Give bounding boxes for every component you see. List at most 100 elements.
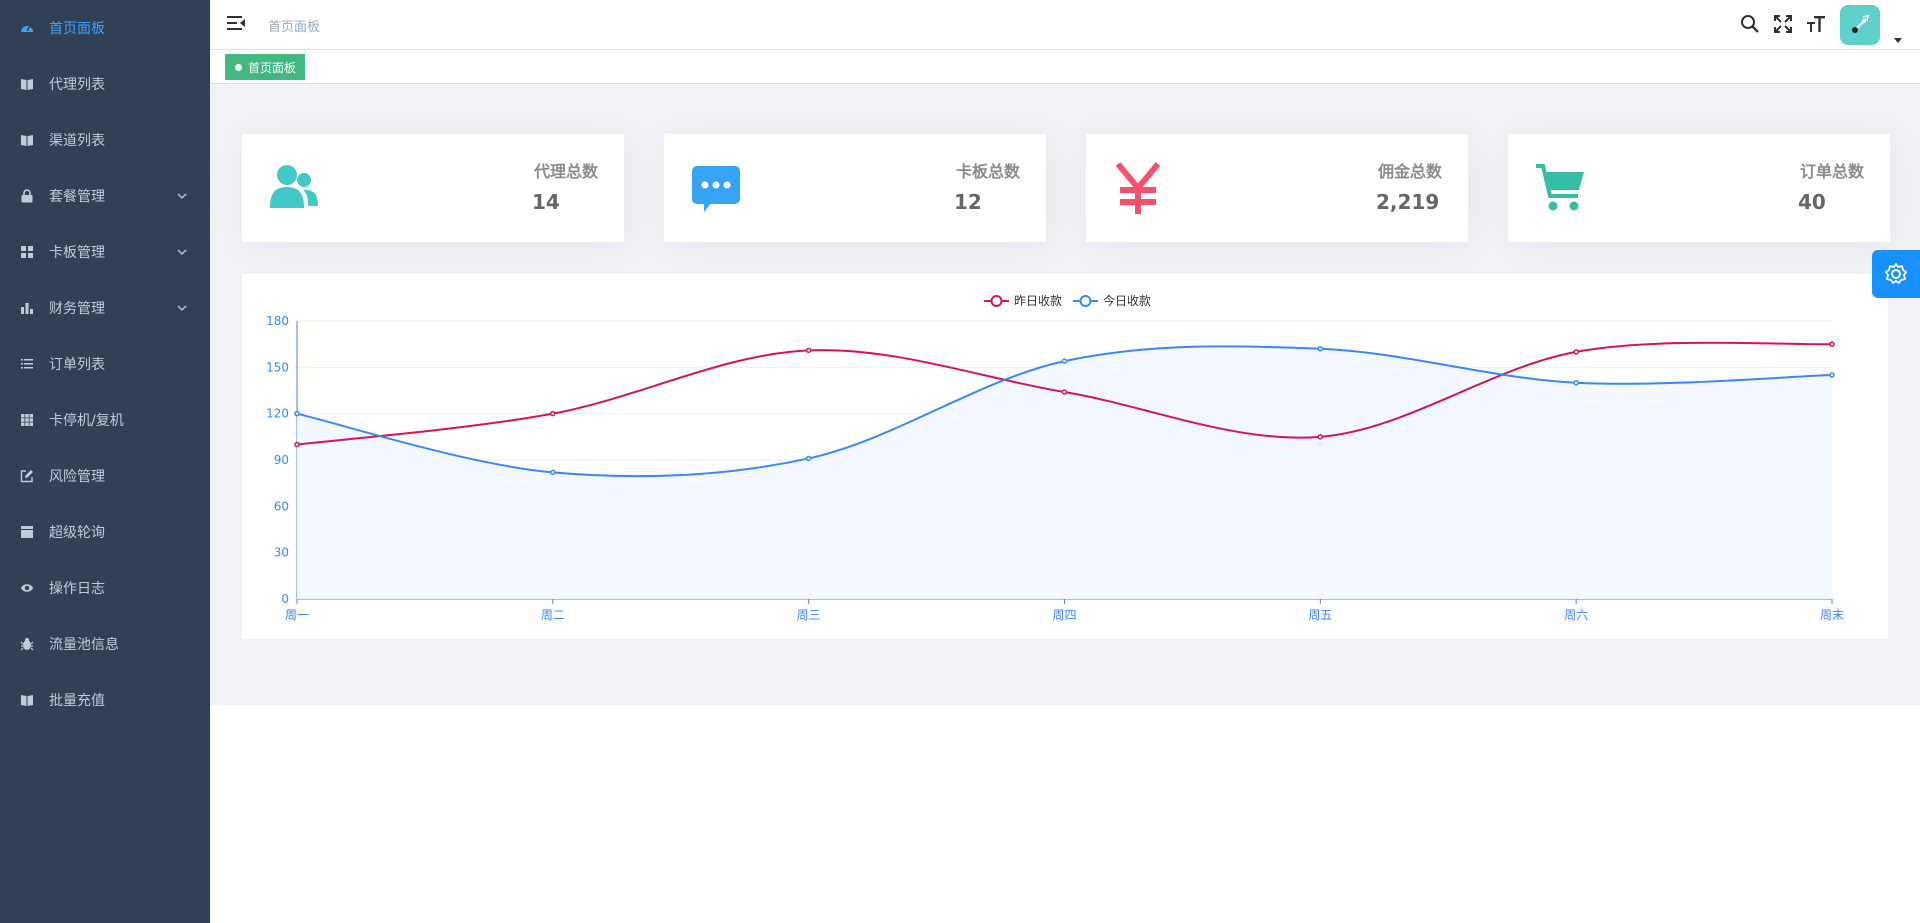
data-point: [1829, 372, 1835, 378]
x-tick-label: 周五: [1308, 608, 1332, 622]
card-agent-total[interactable]: 代理总数 14: [242, 134, 624, 242]
card-order-total[interactable]: 订单总数 40: [1508, 134, 1890, 242]
card-commission-total[interactable]: 佣金总数 2,219: [1086, 134, 1468, 242]
sidebar-item[interactable]: 订单列表: [0, 336, 210, 392]
data-point: [1061, 358, 1068, 364]
x-tick-label: 周六: [1564, 608, 1588, 622]
table-icon: [20, 413, 34, 427]
breadcrumb[interactable]: 首页面板: [268, 16, 320, 35]
card-board-total[interactable]: 卡板总数 12: [664, 134, 1046, 242]
sidebar-item-label: 超级轮询: [49, 525, 105, 541]
sidebar-item[interactable]: 套餐管理: [0, 168, 210, 224]
tag-label: 首页面板: [248, 61, 297, 75]
caret-down-icon[interactable]: [1893, 30, 1903, 43]
navbar: 首页面板: [210, 0, 1920, 50]
clapperboard-icon: [20, 525, 34, 539]
card-title: 卡板总数: [955, 162, 1020, 181]
search-icon[interactable]: [1740, 14, 1760, 34]
y-tick-label: 90: [274, 453, 289, 467]
sidebar-item[interactable]: 财务管理: [0, 280, 210, 336]
bug-icon: [20, 637, 34, 651]
book-icon: [20, 133, 34, 147]
shopping-cart-icon: [1534, 162, 1586, 214]
data-point: [1829, 341, 1835, 347]
chevron-down-icon: [176, 302, 188, 314]
y-tick-label: 180: [266, 314, 289, 328]
y-tick-label: 120: [266, 407, 289, 421]
card-title: 佣金总数: [1377, 162, 1442, 181]
y-tick-label: 60: [274, 499, 289, 513]
sidebar-item-label: 批量充值: [49, 693, 105, 709]
legend-marker: [990, 295, 1003, 307]
data-point: [805, 347, 812, 354]
sidebar-item-label: 订单列表: [49, 357, 105, 373]
sidebar-item-label: 风险管理: [49, 469, 105, 485]
data-point: [550, 410, 556, 417]
data-point: [294, 441, 300, 448]
hamburger-menu-icon[interactable]: [227, 14, 245, 32]
sidebar-item[interactable]: 操作日志: [0, 560, 210, 616]
sidebar: 首页面板代理列表渠道列表套餐管理卡板管理财务管理订单列表卡停机/复机 风险管理超级…: [0, 0, 210, 923]
gear-icon: [1885, 263, 1907, 284]
data-point: [1573, 349, 1579, 355]
data-point: [805, 455, 812, 462]
peoples-icon: [268, 162, 320, 214]
sidebar-item[interactable]: 卡停机/复机: [0, 392, 210, 448]
card-value: 14: [532, 190, 560, 214]
sidebar-item[interactable]: 首页面板: [0, 0, 210, 56]
x-tick-label: 周一: [285, 608, 309, 622]
sidebar-item-label: 渠道列表: [49, 133, 105, 149]
card-value: 12: [954, 190, 982, 214]
font-size-icon[interactable]: [1806, 14, 1826, 34]
x-tick-label: 周四: [1052, 608, 1076, 622]
money-icon: [1112, 162, 1164, 214]
bar-chart-icon: [20, 301, 34, 315]
tag-active-dot: [235, 64, 242, 71]
lock-icon: [20, 189, 34, 203]
x-tick-label: 周末: [1820, 608, 1844, 622]
eye-icon: [20, 581, 34, 595]
sidebar-item-label: 流量池信息: [49, 637, 119, 653]
card-value: 40: [1798, 190, 1826, 214]
dashboard-main: 代理总数 14 卡板总数 12 佣金总数 2,219 订单总数 40 0 30 …: [210, 85, 1920, 705]
settings-button[interactable]: [1872, 250, 1920, 298]
book-icon: [20, 693, 34, 707]
tag-dashboard[interactable]: 首页面板: [225, 54, 306, 80]
data-point: [1317, 346, 1324, 352]
data-point: [550, 469, 556, 476]
edit-icon: [20, 469, 34, 483]
sidebar-item[interactable]: 流量池信息: [0, 616, 210, 672]
sidebar-item-label: 卡停机/复机: [49, 413, 124, 429]
chevron-down-icon: [176, 246, 188, 258]
y-tick-label: 30: [274, 546, 289, 560]
sidebar-item-label: 操作日志: [49, 581, 105, 597]
avatar[interactable]: [1840, 5, 1880, 45]
message-icon: [690, 162, 742, 214]
x-tick-label: 周二: [541, 608, 565, 622]
legend-label: 今日收款: [1103, 293, 1151, 308]
list-icon: [20, 357, 34, 371]
grid-icon: [20, 245, 34, 259]
sidebar-item[interactable]: 超级轮询: [0, 504, 210, 560]
sidebar-item[interactable]: 批量充值: [0, 672, 210, 728]
y-tick-label: 0: [281, 592, 289, 606]
card-title: 代理总数: [533, 162, 598, 181]
sidebar-item[interactable]: 代理列表: [0, 56, 210, 112]
line-chart: 0 30 60 90 120 150 180 周一 周二 周三 周四 周五 周六 周末 昨日收款 今日收款: [266, 293, 1844, 622]
sidebar-item[interactable]: 风险管理: [0, 448, 210, 504]
data-point: [1061, 389, 1068, 395]
fullscreen-icon[interactable]: [1773, 14, 1793, 34]
sidebar-item[interactable]: 渠道列表: [0, 112, 210, 168]
sidebar-item-label: 财务管理: [49, 301, 105, 317]
data-point: [1573, 380, 1579, 386]
card-title: 订单总数: [1799, 162, 1864, 181]
tags-view: 首页面板: [210, 50, 1920, 84]
sidebar-item-label: 首页面板: [49, 21, 105, 37]
sidebar-item-label: 套餐管理: [49, 189, 105, 205]
book-icon: [20, 77, 34, 91]
legend-label: 昨日收款: [1014, 294, 1062, 308]
data-point: [294, 410, 300, 417]
line-chart-panel: 0 30 60 90 120 150 180 周一 周二 周三 周四 周五 周六 周末 昨日收款 今日收款: [242, 274, 1888, 639]
sidebar-item[interactable]: 卡板管理: [0, 224, 210, 280]
sidebar-item-label: 代理列表: [49, 77, 105, 93]
